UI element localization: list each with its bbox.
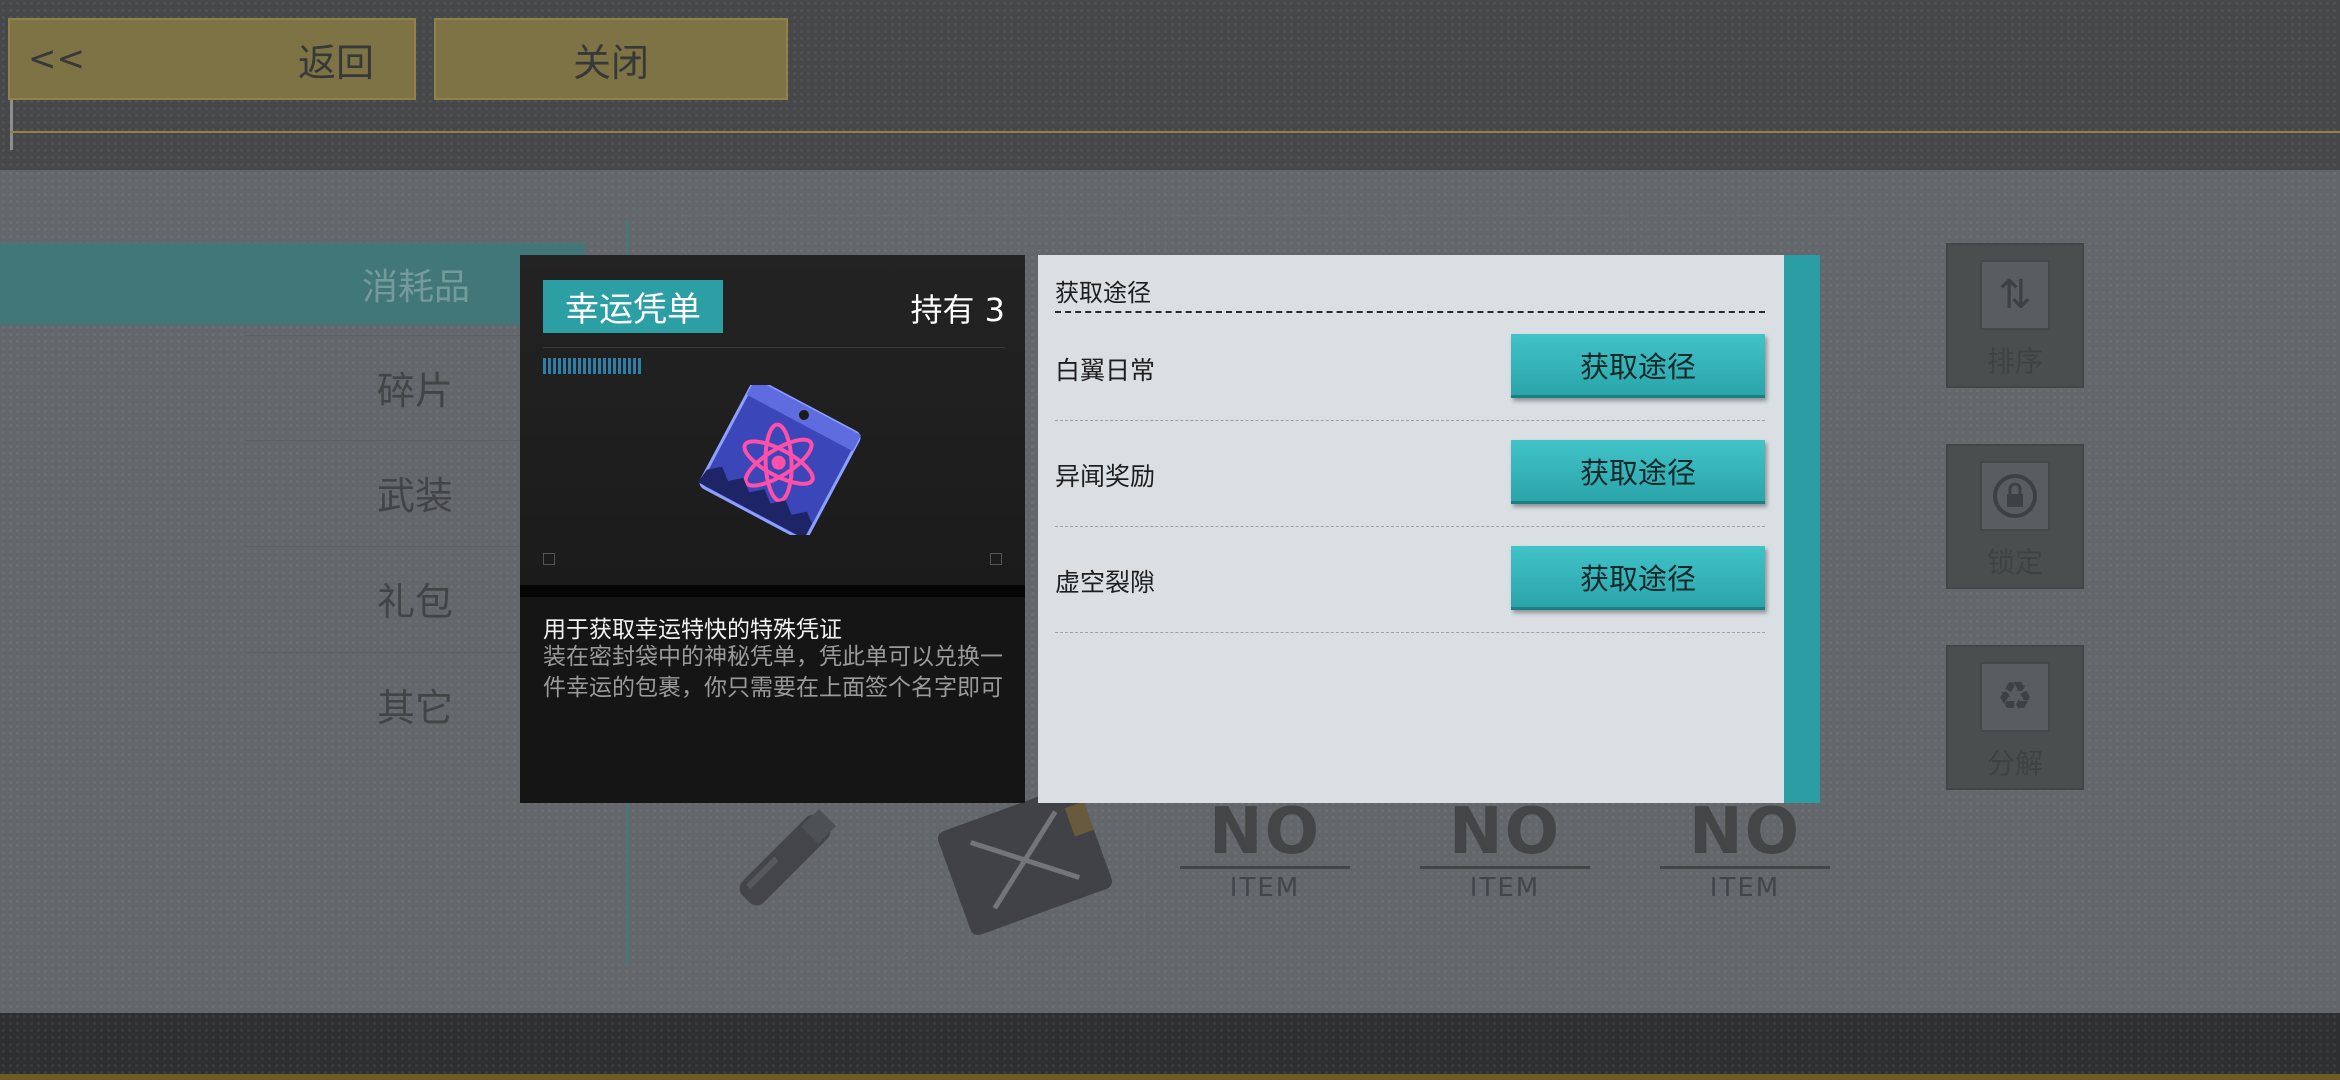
item-panel-divider xyxy=(520,585,1025,597)
acquisition-panel-accent-bar xyxy=(1784,255,1820,803)
acquisition-row: 白翼日常 获取途径 xyxy=(1055,314,1765,421)
barcode-decoration xyxy=(543,358,643,374)
acquisition-panel: 获取途径 白翼日常 获取途径 异闻奖励 获取途径 虚空裂隙 获取途径 xyxy=(1038,255,1820,803)
acquisition-row: 虚空裂隙 获取途径 xyxy=(1055,526,1765,633)
lucky-voucher-icon xyxy=(698,385,862,535)
corner-decoration xyxy=(990,553,1002,565)
item-name: 幸运凭单 xyxy=(543,280,723,333)
item-header-divider xyxy=(543,347,1005,348)
item-owned-count: 持有 3 xyxy=(910,291,1005,329)
item-description-title: 用于获取幸运特快的特殊凭证 xyxy=(543,617,842,643)
acquisition-title-divider xyxy=(1055,311,1765,313)
acquisition-goto-button[interactable]: 获取途径 xyxy=(1511,546,1765,610)
item-detail-panel: 幸运凭单 持有 3 用于获取幸运特快的特殊凭证 装在密封袋中的神秘凭单，凭此单可… xyxy=(520,255,1025,803)
acquisition-goto-button[interactable]: 获取途径 xyxy=(1511,440,1765,504)
acquisition-source-label: 虚空裂隙 xyxy=(1055,568,1156,597)
corner-decoration xyxy=(543,553,555,565)
item-preview-area: 幸运凭单 持有 3 xyxy=(520,255,1025,585)
acquisition-source-label: 异闻奖励 xyxy=(1055,462,1156,491)
acquisition-row: 异闻奖励 获取途径 xyxy=(1055,420,1765,527)
bottom-bar xyxy=(0,1013,2340,1080)
acquisition-title: 获取途径 xyxy=(1055,279,1151,307)
item-description-body: 装在密封袋中的神秘凭单，凭此单可以兑换一件幸运的包裹，你只需要在上面签个名字即可 xyxy=(543,644,1003,701)
acquisition-goto-button[interactable]: 获取途径 xyxy=(1511,334,1765,398)
acquisition-source-label: 白翼日常 xyxy=(1055,356,1156,385)
